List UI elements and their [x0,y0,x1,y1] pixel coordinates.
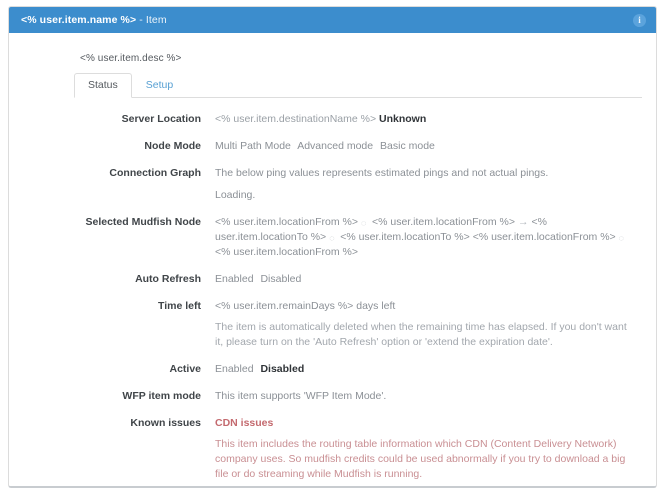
item-card: <% user.item.name %> - Item i <% user.it… [8,6,657,488]
selected-node-from-4: <% user.item.locationFrom %> [215,246,358,258]
active-option-disabled[interactable]: Disabled [260,363,304,375]
card-title-var: <% user.item.name %> [21,14,137,26]
time-left-suffix: days left [356,300,396,312]
server-location-var: <% user.item.destinationName %> [215,113,377,125]
node-mode-option-advanced[interactable]: Advanced mode [297,140,373,152]
label-selected-node: Selected Mudfish Node [85,216,201,228]
value-server-location: <% user.item.destinationName %> Unknown [215,112,642,127]
card-title: <% user.item.name %> - Item [21,14,167,26]
selected-node-from-1: <% user.item.locationFrom %> [215,216,358,228]
row-time-left: Time left <% user.item.remainDays %> day… [23,299,642,350]
time-left-var: <% user.item.remainDays %> [215,300,354,312]
row-selected-node: Selected Mudfish Node <% user.item.locat… [23,215,642,260]
label-connection-graph: Connection Graph [109,167,201,179]
spinner-icon: ◌ [329,233,335,243]
value-connection-graph: The below ping values represents estimat… [215,166,642,203]
auto-refresh-option-enabled[interactable]: Enabled [215,273,254,285]
label-wfp-item-mode: WFP item mode [122,390,201,402]
value-auto-refresh: Enabled Disabled [215,272,642,287]
label-server-location: Server Location [121,113,201,125]
issue-group-cdn: CDN issues This item includes the routin… [215,416,634,486]
selected-node-to-2: <% user.item.locationTo %> [340,231,470,243]
connection-graph-status: Loading. [215,189,256,201]
auto-refresh-option-disabled[interactable]: Disabled [260,273,301,285]
row-connection-graph: Connection Graph The below ping values r… [23,166,642,203]
item-description: <% user.item.desc %> [80,53,182,64]
issue-heading-cdn: CDN issues [215,417,274,429]
row-node-mode: Node Mode Multi Path Mode Advanced mode … [23,139,642,154]
value-active: Enabled Disabled [215,362,642,377]
node-mode-option-basic[interactable]: Basic mode [380,140,435,152]
label-auto-refresh: Auto Refresh [135,273,201,285]
page-root: <% user.item.name %> - Item i <% user.it… [0,0,665,500]
label-time-left: Time left [158,300,201,312]
value-node-mode: Multi Path Mode Advanced mode Basic mode [215,139,642,154]
status-rows: Server Location <% user.item.destination… [23,112,642,486]
value-known-issues: CDN issues This item includes the routin… [215,416,642,486]
row-known-issues: Known issues CDN issues This item includ… [23,416,642,486]
tab-status[interactable]: Status [74,73,132,98]
selected-node-from-3: <% user.item.locationFrom %> [472,231,616,243]
spinner-icon: ◌ [360,218,367,228]
active-option-enabled[interactable]: Enabled [215,363,254,375]
spinner-icon: ◌ [618,233,625,243]
info-icon[interactable]: i [633,13,646,27]
card-header: <% user.item.name %> - Item i [9,7,656,33]
label-node-mode: Node Mode [144,140,201,152]
card-title-suffix: - Item [139,14,167,26]
row-active: Active Enabled Disabled [23,362,642,377]
label-known-issues: Known issues [130,417,201,429]
value-wfp-item-mode: This item supports 'WFP Item Mode'. [215,390,387,402]
label-active: Active [169,363,201,375]
connection-graph-note: The below ping values represents estimat… [215,167,549,179]
row-wfp-item-mode: WFP item mode This item supports 'WFP It… [23,389,642,404]
value-time-left: <% user.item.remainDays %> days left The… [215,299,642,350]
selected-node-from-2: <% user.item.locationFrom %> [371,216,515,228]
card-body: <% user.item.desc %> Status Setup Server… [9,33,656,486]
arrow-right-icon: → [517,216,529,228]
node-mode-option-multipath[interactable]: Multi Path Mode [215,140,291,152]
tab-setup[interactable]: Setup [132,73,187,98]
row-server-location: Server Location <% user.item.destination… [23,112,642,127]
issue-body-cdn: This item includes the routing table inf… [215,438,626,480]
row-auto-refresh: Auto Refresh Enabled Disabled [23,272,642,287]
value-selected-node: <% user.item.locationFrom %> ◌ <% user.ite… [215,215,642,260]
tab-bar: Status Setup [74,73,642,98]
time-left-note: The item is automatically deleted when t… [215,321,627,348]
server-location-value: Unknown [379,113,427,125]
